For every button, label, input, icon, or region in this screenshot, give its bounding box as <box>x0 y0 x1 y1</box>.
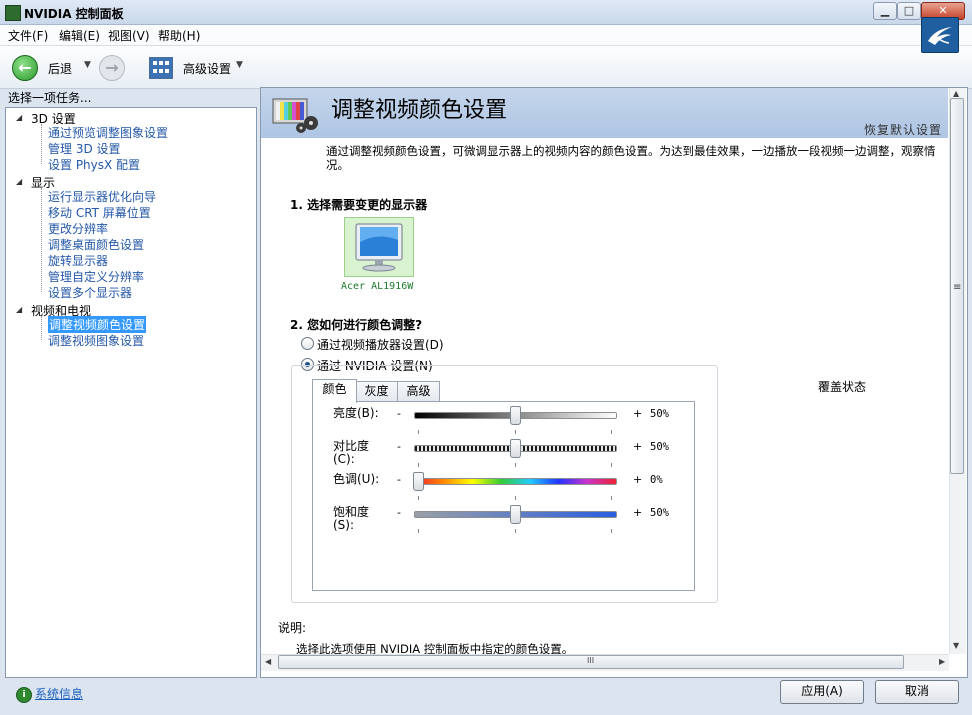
restore-defaults-link[interactable]: 恢复默认设置 <box>864 121 942 138</box>
minimize-button[interactable]: ▁ <box>873 2 897 20</box>
tree-item-video-color[interactable]: 调整视频颜色设置 <box>48 316 147 333</box>
apply-button[interactable]: 应用(A) <box>780 680 864 704</box>
back-button-label[interactable]: 后退 <box>48 60 72 77</box>
tab-gray[interactable]: 灰度 <box>355 381 398 402</box>
video-color-icon <box>271 95 321 135</box>
tree-item-resolution[interactable]: 更改分辨率 <box>48 220 108 237</box>
back-arrow-icon[interactable]: ← <box>12 55 38 81</box>
slider-tick <box>418 430 419 434</box>
slider-track-hue[interactable] <box>414 478 617 485</box>
back-dropdown-icon[interactable]: ▼ <box>84 60 91 70</box>
tree-item-custom-resolution[interactable]: 管理自定义分辨率 <box>48 268 144 285</box>
tree-item-optimize-wizard[interactable]: 运行显示器优化向导 <box>48 188 156 205</box>
slider-thumb-contrast[interactable] <box>509 439 521 458</box>
title-bar <box>0 0 972 25</box>
tree-item-rotate[interactable]: 旋转显示器 <box>48 252 108 269</box>
slider-tick <box>514 496 516 500</box>
slider-label-sub: (C): <box>333 452 355 466</box>
toolbar <box>0 46 972 89</box>
slider-tick <box>611 529 612 533</box>
window-title: NVIDIA 控制面板 <box>24 7 124 21</box>
slider-tick <box>611 430 612 434</box>
advanced-dropdown-icon[interactable]: ▼ <box>236 60 243 70</box>
tab-advanced[interactable]: 高级 <box>397 381 440 402</box>
cancel-button[interactable]: 取消 <box>875 680 959 704</box>
radio-video-player[interactable] <box>301 337 314 350</box>
monitor-name: Acer AL1916W <box>341 281 414 292</box>
tree-item-preview-image[interactable]: 通过预览调整图象设置 <box>48 124 168 141</box>
slider-tick <box>611 496 612 500</box>
monitor-icon <box>355 223 403 272</box>
scroll-grip-icon: III <box>587 656 595 665</box>
slider-value: 0% <box>650 474 663 486</box>
scroll-right-icon[interactable]: ▶ <box>939 657 945 666</box>
description-label: 说明: <box>278 621 307 635</box>
slider-tick <box>514 529 516 533</box>
grid-settings-icon[interactable] <box>149 57 173 79</box>
slider-label: 色调(U): <box>333 472 380 486</box>
slider-label-sub: (S): <box>333 518 355 532</box>
slider-label: 亮度(B): <box>333 406 379 420</box>
slider-decrease-icon: - <box>397 440 401 453</box>
tree-line <box>41 188 42 292</box>
slider-decrease-icon: - <box>397 407 401 420</box>
slider-tick <box>514 430 516 434</box>
tree-item-crt-position[interactable]: 移动 CRT 屏幕位置 <box>48 204 151 221</box>
slider-thumb-hue[interactable] <box>413 472 424 491</box>
forward-arrow-icon[interactable]: → <box>99 55 125 81</box>
scroll-up-icon[interactable]: ▲ <box>953 89 959 98</box>
maximize-button[interactable]: □ <box>897 2 921 20</box>
section-color-method: 2. 您如何进行颜色调整? <box>290 318 423 332</box>
slider-tick <box>418 496 419 500</box>
slider-decrease-icon: - <box>397 473 401 486</box>
slider-increase-icon: + <box>633 473 643 486</box>
slider-increase-icon: + <box>633 407 643 420</box>
menu-edit[interactable]: 编辑(E) <box>59 27 100 44</box>
slider-tick <box>418 529 419 533</box>
monitor-selector[interactable] <box>344 217 414 277</box>
color-tab-pane <box>312 401 695 591</box>
slider-increase-icon: + <box>633 506 643 519</box>
tree-line <box>41 124 42 164</box>
override-status-label: 覆盖状态 <box>818 380 867 394</box>
scroll-left-icon[interactable]: ◀ <box>265 657 271 666</box>
tree-item-video-image[interactable]: 调整视频图象设置 <box>48 332 144 349</box>
slider-value: 50% <box>650 507 669 519</box>
system-info-link[interactable]: 系统信息 <box>35 685 83 702</box>
nvidia-logo-icon <box>921 17 959 53</box>
tree-item-desktop-color[interactable]: 调整桌面颜色设置 <box>48 236 144 253</box>
task-panel-label: 选择一项任务... <box>8 91 92 105</box>
slider-tick <box>611 463 612 467</box>
system-info-icon[interactable]: i <box>16 687 32 703</box>
tree-item-manage-3d[interactable]: 管理 3D 设置 <box>48 140 121 157</box>
slider-thumb-brightness[interactable] <box>509 406 521 425</box>
advanced-settings-button[interactable]: 高级设置 <box>183 60 231 77</box>
menu-view[interactable]: 视图(V) <box>108 27 150 44</box>
tree-item-multi-display[interactable]: 设置多个显示器 <box>48 284 132 301</box>
scroll-down-icon[interactable]: ▼ <box>953 641 959 650</box>
tab-color[interactable]: 颜色 <box>312 379 357 403</box>
radio-video-player-label[interactable]: 通过视频播放器设置(D) <box>317 336 444 353</box>
slider-value: 50% <box>650 408 669 420</box>
scroll-grip-icon: ≡ <box>953 282 962 293</box>
tree-expand-icon[interactable]: ◢ <box>16 177 22 186</box>
section-select-display: 1. 选择需要变更的显示器 <box>290 198 428 212</box>
slider-increase-icon: + <box>633 440 643 453</box>
slider-thumb-saturation[interactable] <box>509 505 521 524</box>
tree-line <box>41 316 42 340</box>
page-title: 调整视频颜色设置 <box>331 98 508 123</box>
slider-tick <box>418 463 419 467</box>
menu-file[interactable]: 文件(F) <box>8 27 48 44</box>
tree-expand-icon[interactable]: ◢ <box>16 305 22 314</box>
tree-expand-icon[interactable]: ◢ <box>16 113 22 122</box>
menu-help[interactable]: 帮助(H) <box>158 27 200 44</box>
intro-text: 通过调整视频颜色设置，可微调显示器上的视频内容的颜色设置。为达到最佳效果，一边播… <box>326 144 936 172</box>
tree-item-physx[interactable]: 设置 PhysX 配置 <box>48 156 140 173</box>
nvidia-app-icon <box>5 5 21 21</box>
slider-value: 50% <box>650 441 669 453</box>
slider-tick <box>514 463 516 467</box>
slider-decrease-icon: - <box>397 506 401 519</box>
